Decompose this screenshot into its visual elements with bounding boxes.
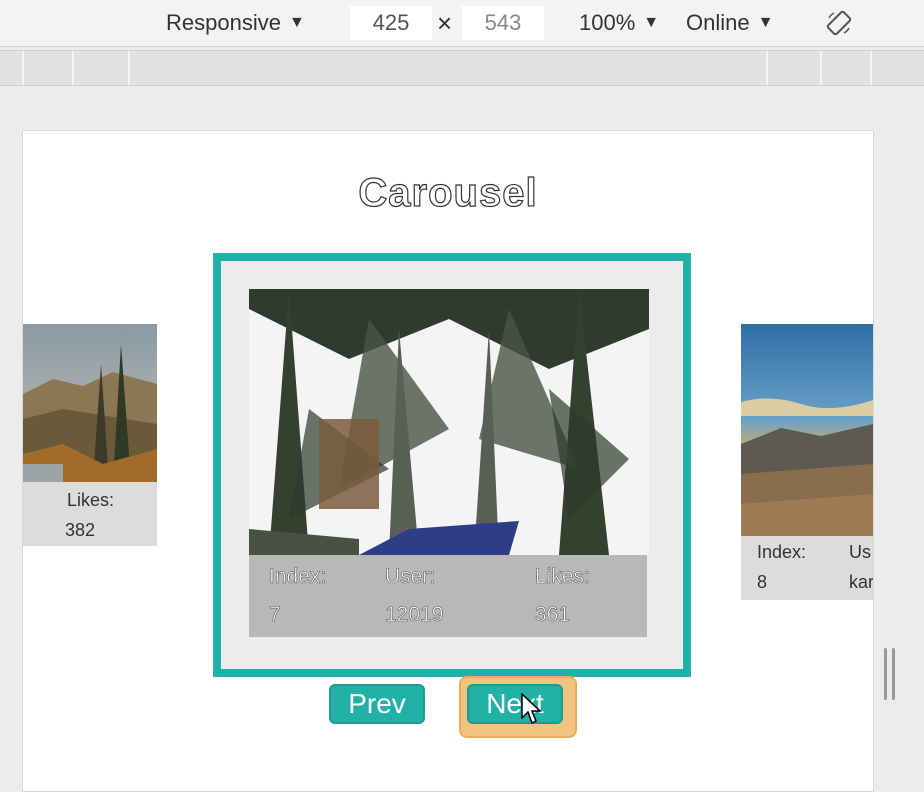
user-label: User: [385, 565, 436, 589]
zoom-label: 100% [579, 10, 636, 35]
user-value: 12019 [385, 603, 444, 627]
index-value: 8 [757, 572, 768, 592]
media-query-bar[interactable] [0, 50, 924, 86]
card-info: Likes: 382 [23, 482, 157, 546]
dimension-separator-label: × [437, 7, 453, 38]
width-value: 425 [372, 10, 410, 35]
likes-value: 382 [65, 520, 96, 540]
resize-handle[interactable] [884, 648, 898, 700]
ruler-segment[interactable] [22, 51, 24, 85]
height-input[interactable]: 543 [462, 6, 544, 40]
page-viewport: Carousel Likes: 382 Index: 7 User: 12019… [22, 130, 874, 792]
card-info: Index: 8 Us kar [741, 536, 873, 600]
carousel-card-active[interactable]: Index: 7 User: 12019 Likes: 361 [213, 253, 691, 677]
mouse-cursor-icon [521, 693, 542, 725]
rotate-icon [826, 10, 852, 36]
rotate-button[interactable] [825, 0, 853, 46]
index-label: Index: [757, 542, 807, 562]
network-label: Online [686, 10, 750, 35]
next-button[interactable]: Next [467, 684, 563, 724]
index-label: Index: [269, 565, 327, 589]
ruler-segment[interactable] [72, 51, 74, 85]
carousel-card-next[interactable]: Index: 8 Us kar [741, 324, 873, 600]
device-mode-label: Responsive [166, 10, 281, 35]
ruler-segment[interactable] [820, 51, 822, 85]
carousel-card-prev[interactable]: Likes: 382 [23, 324, 157, 546]
page-title: Carousel [358, 170, 538, 215]
height-value: 543 [484, 10, 522, 35]
chevron-down-icon: ▼ [288, 14, 305, 31]
card-image [23, 324, 157, 482]
dimension-separator: × [437, 0, 452, 46]
chevron-down-icon: ▼ [643, 14, 660, 31]
next-button-focus-ring: Next [459, 676, 577, 738]
likes-label: Likes: [535, 565, 590, 589]
likes-label: Likes: [67, 490, 115, 510]
card-image [741, 324, 873, 536]
device-mode-dropdown[interactable]: Responsive ▼ [166, 0, 305, 46]
ruler-segment[interactable] [128, 51, 130, 85]
ruler-segment[interactable] [870, 51, 872, 85]
prev-button[interactable]: Prev [329, 684, 425, 724]
card-image [249, 289, 649, 555]
likes-value: 361 [535, 603, 571, 627]
zoom-dropdown[interactable]: 100% ▼ [579, 0, 659, 46]
user-value: kar [849, 572, 873, 592]
width-input[interactable]: 425 [350, 6, 432, 40]
user-label: Us [849, 542, 871, 562]
index-value: 7 [269, 603, 281, 627]
network-dropdown[interactable]: Online ▼ [686, 0, 773, 46]
chevron-down-icon: ▼ [757, 14, 774, 31]
device-toolbar: Responsive ▼ 425 × 543 100% ▼ Online ▼ [0, 0, 924, 47]
ruler-segment[interactable] [766, 51, 768, 85]
card-info: Index: 7 User: 12019 Likes: 361 [249, 555, 647, 637]
